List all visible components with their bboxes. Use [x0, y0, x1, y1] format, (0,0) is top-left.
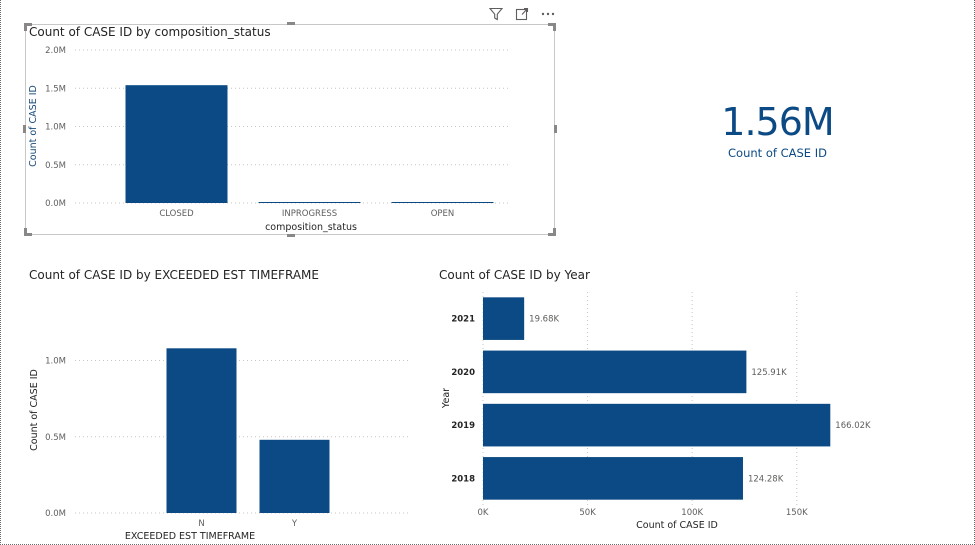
chart0-ytick-label: 2.0M — [45, 46, 66, 56]
chart1-xtick-label: N — [198, 519, 204, 529]
chart2-ytick-label: 2021 — [451, 315, 475, 325]
chart2-ytick-label: 2018 — [451, 474, 475, 484]
chart0-bar-closed[interactable] — [125, 85, 228, 203]
chart1-ytick-label: 0.0M — [45, 509, 66, 519]
chart2-xtick-label: 50K — [579, 508, 596, 518]
chart0-xtick-label: INPROGRESS — [282, 209, 337, 219]
chart2-data-label: 166.02K — [835, 421, 871, 431]
chart2-ytick-label: 2019 — [451, 421, 475, 431]
chart1-x-axis-title: EXCEEDED EST TIMEFRAME — [125, 531, 255, 542]
chart2-x-axis-title: Count of CASE ID — [636, 520, 718, 531]
chart0-x-axis-title: composition_status — [265, 222, 357, 233]
chart2-bar-2019[interactable] — [483, 403, 831, 447]
chart2-data-label: 19.68K — [529, 315, 559, 325]
chart2-xtick-label: 150K — [786, 508, 808, 518]
chart0-bar-inprogress[interactable] — [258, 202, 361, 203]
chart2-bar-2018[interactable] — [483, 457, 743, 500]
chart1-bar-y[interactable] — [259, 439, 330, 513]
chart0-ytick-label: 1.0M — [45, 123, 66, 133]
chart2-bar-2021[interactable] — [483, 297, 525, 340]
chart0-xtick-label: OPEN — [431, 209, 455, 219]
chart2-ytick-label: 2020 — [451, 368, 475, 378]
chart2-xtick-label: 100K — [681, 508, 703, 518]
chart2-data-label: 124.28K — [748, 474, 784, 484]
chart1-xtick-label: Y — [291, 519, 298, 529]
charts-layer: 0.0M 0.5M 1.0M 1.5M 2.0M CLOSED INPROGRESS OPEN… — [28, 46, 871, 542]
chart0-ytick-label: 1.5M — [45, 84, 66, 94]
chart1-y-axis-title: Count of CASE ID — [29, 369, 40, 451]
chart2-data-label: 125.91K — [751, 368, 787, 378]
chart0-ytick-label: 0.5M — [45, 161, 66, 171]
chart1-ytick-label: 1.0M — [45, 357, 66, 367]
chart0-ytick-label: 0.0M — [45, 199, 66, 209]
chart0-y-axis-title: Count of CASE ID — [28, 85, 39, 167]
chart1-ytick-label: 0.5M — [45, 433, 66, 443]
chart0-xtick-label: CLOSED — [159, 209, 194, 219]
chart0-bar-open[interactable] — [391, 202, 494, 203]
chart2-bar-2020[interactable] — [483, 350, 747, 394]
chart2-xtick-label: 0K — [478, 508, 489, 518]
chart1-bar-n[interactable] — [166, 348, 237, 513]
chart2-y-axis-title: Year — [441, 388, 452, 409]
